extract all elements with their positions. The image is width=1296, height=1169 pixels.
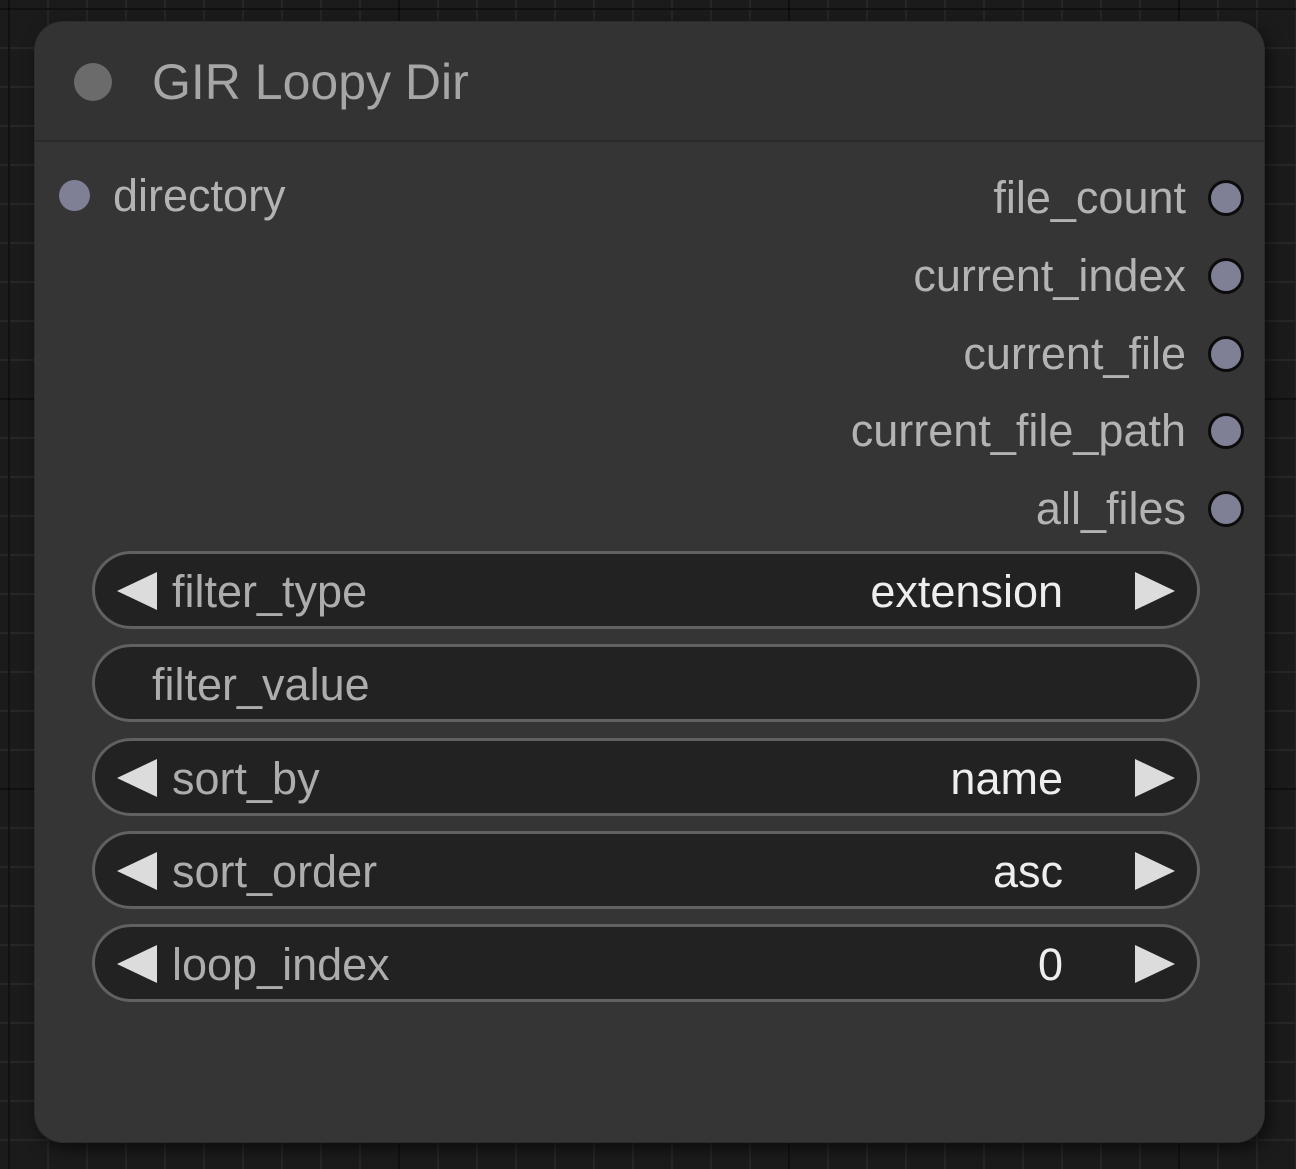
node-title: GIR Loopy Dir <box>152 54 469 110</box>
output-slot-dot-icon[interactable] <box>1208 258 1244 294</box>
widget-value: name <box>950 753 1063 804</box>
gir-loopy-dir-node[interactable]: GIR Loopy Dir directory file_count curre… <box>35 22 1264 1142</box>
widget-label: filter_type <box>172 566 368 617</box>
output-slot-label: file_count <box>993 172 1186 223</box>
output-slot-label: current_file_path <box>850 405 1186 456</box>
output-slot-dot-icon[interactable] <box>1208 336 1244 372</box>
collapse-toggle-icon[interactable] <box>74 63 112 101</box>
output-slot-label: all_files <box>1035 483 1186 534</box>
decrement-arrow-icon[interactable] <box>117 759 157 797</box>
input-slot-directory-label: directory <box>113 170 286 221</box>
output-slot-label: current_index <box>913 250 1186 301</box>
widget-label: loop_index <box>172 939 390 990</box>
increment-arrow-icon[interactable] <box>1135 572 1175 610</box>
widget-label: sort_by <box>172 753 320 804</box>
widget-value: extension <box>870 566 1063 617</box>
node-title-bar[interactable]: GIR Loopy Dir <box>35 22 1264 142</box>
widget-value: asc <box>992 846 1063 897</box>
input-slot-directory-dot-icon[interactable] <box>59 180 90 211</box>
filter-type-combo[interactable]: filter_type extension <box>92 551 1200 629</box>
sort-order-combo[interactable]: sort_order asc <box>92 831 1200 909</box>
decrement-arrow-icon[interactable] <box>117 852 157 890</box>
increment-arrow-icon[interactable] <box>1135 759 1175 797</box>
widget-value: 0 <box>1037 939 1063 990</box>
decrement-arrow-icon[interactable] <box>117 945 157 983</box>
widget-label: sort_order <box>172 846 378 897</box>
output-slot-dot-icon[interactable] <box>1208 180 1244 216</box>
decrement-arrow-icon[interactable] <box>117 572 157 610</box>
output-slot-label: current_file <box>963 328 1186 379</box>
loop-index-number-stepper[interactable]: loop_index 0 <box>92 924 1200 1002</box>
filter-value-text-field[interactable]: filter_value <box>92 644 1200 722</box>
sort-by-combo[interactable]: sort_by name <box>92 738 1200 816</box>
output-slot-dot-icon[interactable] <box>1208 491 1244 527</box>
output-slot-dot-icon[interactable] <box>1208 413 1244 449</box>
widget-label: filter_value <box>152 659 370 710</box>
increment-arrow-icon[interactable] <box>1135 945 1175 983</box>
increment-arrow-icon[interactable] <box>1135 852 1175 890</box>
